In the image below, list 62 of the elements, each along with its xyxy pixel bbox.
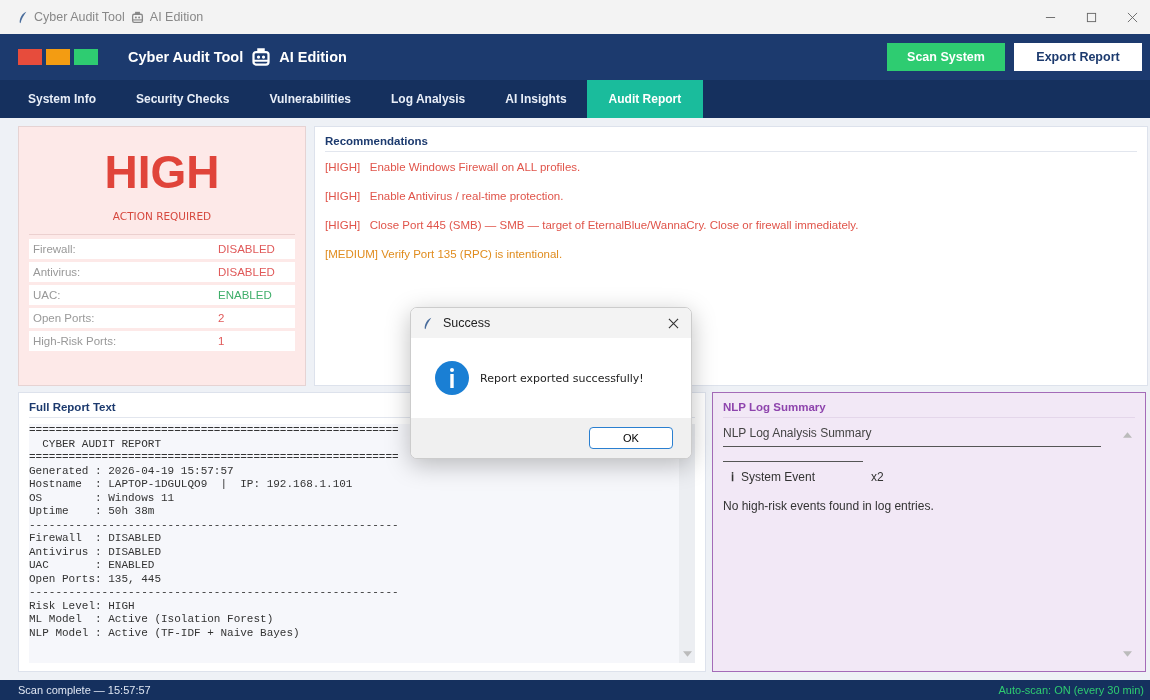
info-glyph: ℹ: [729, 469, 735, 485]
status-text: Scan complete — 15:57:57: [18, 684, 151, 696]
report-line: --------------------------------------------------------: [29, 586, 399, 600]
status-label: High-Risk Ports:: [33, 334, 118, 347]
risk-note: ACTION REQUIRED: [112, 209, 212, 222]
status-value: 1: [218, 334, 225, 347]
report-line: Hostname : LAPTOP-1DGULQO9 | IP: 192.168.1.101: [29, 478, 353, 492]
tab[interactable]: System Info: [8, 80, 116, 118]
report-line: OS : Windows 11: [29, 491, 175, 505]
info-icon: [434, 360, 470, 396]
recommendation: [MEDIUM] Verify Port 135 (RPC) is intentional.: [325, 247, 564, 262]
robot-icon: [130, 10, 144, 24]
report-line: Generated : 2026-04-19 15:57:57: [29, 464, 234, 478]
report-line: NLP Model : Active (TF-IDF + Naive Bayes): [29, 626, 300, 640]
window-title: Cyber Audit Tool: [34, 10, 125, 24]
recommendation: [HIGH] Enable Windows Firewall on ALL profiles.: [325, 160, 582, 175]
panel-title: Recommendations: [325, 135, 1137, 152]
summary-heading: NLP Log Analysis Summary: [723, 424, 1101, 447]
report-line: CYBER AUDIT REPORT: [41, 437, 162, 451]
window-title: AI Edition: [149, 10, 204, 24]
tab[interactable]: AI Insights: [485, 80, 587, 118]
status-label: Firewall:: [33, 242, 77, 255]
panel-title: NLP Log Summary: [723, 401, 1135, 418]
close-icon[interactable]: [1127, 11, 1138, 23]
dialog-message: Report exported successfully!: [480, 371, 644, 385]
event-count: x2: [871, 469, 884, 484]
auto-scan-status: Auto-scan: ON (every 30 min): [998, 684, 1144, 696]
report-line: ========================================================: [29, 424, 399, 438]
app-title: AI Edition: [279, 49, 347, 65]
status-label: Open Ports:: [33, 311, 96, 324]
status-value: ENABLED: [218, 288, 272, 301]
robot-icon: [251, 47, 272, 67]
app-title: Cyber Audit Tool: [128, 49, 244, 65]
report-line: Uptime : 50h 38m: [29, 505, 155, 519]
status-value: 2: [218, 311, 225, 324]
dialog-title: Success: [443, 316, 491, 330]
maximize-icon[interactable]: [1086, 11, 1097, 23]
close-icon[interactable]: [668, 317, 679, 329]
ok-button[interactable]: OK: [589, 427, 673, 449]
summary-note: No high-risk events found in log entries.: [723, 499, 935, 513]
report-line: --------------------------------------------------------: [29, 518, 399, 532]
status-value: DISABLED: [218, 242, 275, 255]
report-line: Risk Level: HIGH: [29, 599, 135, 613]
report-line: Antivirus : DISABLED: [29, 545, 162, 559]
status-label: UAC:: [33, 288, 62, 301]
report-line: UAC : ENABLED: [29, 559, 155, 573]
tab[interactable]: Security Checks: [116, 80, 250, 118]
recommendation: [HIGH] Enable Antivirus / real-time protection.: [325, 189, 565, 204]
export-button[interactable]: Export Report: [1014, 43, 1142, 71]
report-line: Firewall : DISABLED: [29, 532, 162, 546]
event-label: System Event: [741, 469, 817, 484]
report-line: ========================================================: [29, 451, 399, 465]
risk-level: HIGH: [104, 147, 220, 198]
feather-icon: [423, 315, 433, 331]
tab[interactable]: Vulnerabilities: [249, 80, 371, 118]
recommendation: [HIGH] Close Port 445 (SMB) — SMB — target of EternalBlue/WannaCry. Close or firewall immediately.: [325, 218, 860, 233]
report-line: Open Ports: 135, 445: [29, 572, 162, 586]
report-line: ML Model : Active (Isolation Forest): [29, 613, 274, 627]
status-label: Antivirus:: [33, 265, 82, 278]
tab[interactable]: Log Analysis: [371, 80, 486, 118]
feather-icon: [18, 9, 28, 25]
status-value: DISABLED: [218, 265, 275, 278]
